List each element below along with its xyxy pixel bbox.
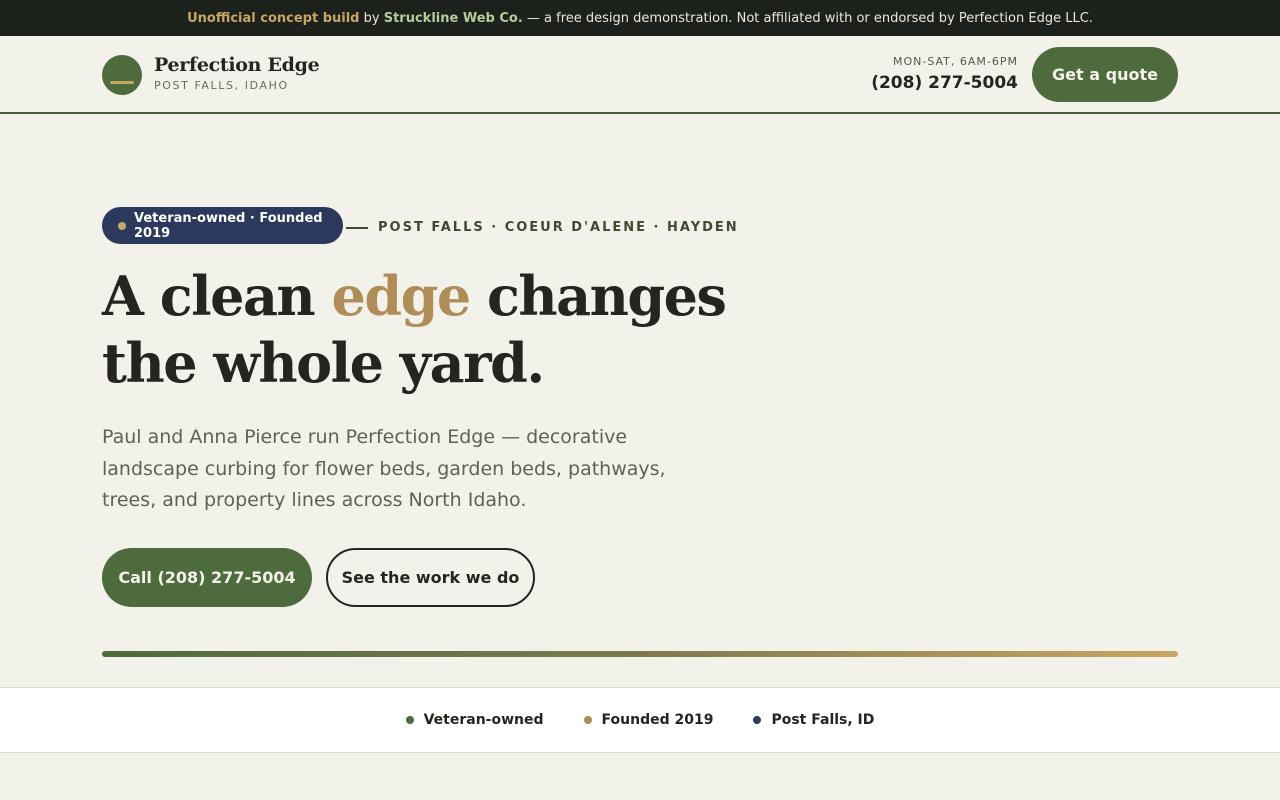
trust-label: Founded 2019 bbox=[601, 712, 714, 728]
brand-location: POST FALLS, IDAHO bbox=[154, 79, 289, 92]
trust-item-location: Post Falls, ID bbox=[753, 712, 874, 728]
disclaimer-bar: Unofficial concept build by Struckline W… bbox=[0, 0, 1280, 36]
business-hours: MON-SAT, 6AM-6PM bbox=[892, 55, 1018, 68]
trust-label: Veteran-owned bbox=[423, 712, 544, 728]
navy-dot-icon bbox=[753, 716, 762, 724]
disclaimer-text: — a free design demonstration. Not affil… bbox=[526, 10, 1093, 26]
badge-dot-icon bbox=[118, 221, 126, 230]
site-header: Perfection Edge POST FALLS, IDAHO MON-SA… bbox=[0, 36, 1280, 114]
header-phone-link[interactable]: (208) 277-5004 bbox=[871, 73, 1018, 93]
logo-icon[interactable] bbox=[102, 55, 142, 95]
brand-name[interactable]: Perfection Edge bbox=[154, 54, 320, 76]
gradient-divider bbox=[102, 651, 1178, 657]
see-work-button[interactable]: See the work we do bbox=[326, 548, 535, 607]
trust-item-founded: Founded 2019 bbox=[583, 712, 714, 728]
by-text: by bbox=[363, 10, 380, 26]
trust-item-veteran: Veteran-owned bbox=[405, 712, 544, 728]
get-quote-button[interactable]: Get a quote bbox=[1032, 47, 1178, 102]
gold-dot-icon bbox=[583, 716, 592, 724]
headline-part1: A clean bbox=[102, 264, 332, 328]
green-dot-icon bbox=[405, 716, 414, 724]
hero-headline: A clean edge changes the whole yard. bbox=[102, 263, 802, 397]
call-button[interactable]: Call (208) 277-5004 bbox=[102, 548, 312, 607]
service-areas: POST FALLS · COEUR D'ALENE · HAYDEN bbox=[378, 220, 739, 235]
badge-label: Veteran-owned · Founded 2019 bbox=[134, 210, 323, 241]
headline-accent: edge bbox=[331, 264, 472, 328]
trust-label: Post Falls, ID bbox=[771, 712, 875, 728]
areas-divider bbox=[346, 227, 368, 229]
concept-label: Unofficial concept build bbox=[187, 10, 360, 26]
studio-link[interactable]: Struckline Web Co. bbox=[384, 11, 523, 26]
veteran-badge: Veteran-owned · Founded 2019 bbox=[102, 207, 343, 244]
hero-lead: Paul and Anna Pierce run Perfection Edge… bbox=[102, 426, 666, 511]
trust-strip: Veteran-owned Founded 2019 Post Falls, I… bbox=[0, 687, 1280, 753]
